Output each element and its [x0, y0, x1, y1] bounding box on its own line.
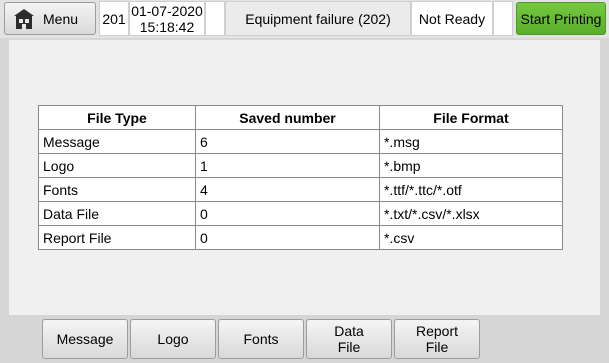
tab-label: File — [337, 339, 361, 355]
tab-message[interactable]: Message — [42, 319, 128, 359]
table-row[interactable]: Data File 0 *.txt/*.csv/*.xlsx — [38, 201, 563, 226]
file-type-cell: Data File — [38, 201, 196, 226]
menu-button[interactable]: Menu — [4, 2, 96, 35]
main-panel: File Type Saved number File Format Messa… — [9, 40, 600, 315]
printer-id: 201 — [99, 1, 129, 36]
column-header: Saved number — [195, 105, 380, 130]
saved-number-cell: 4 — [195, 177, 380, 202]
file-type-cell: Logo — [38, 153, 196, 178]
status-message: Equipment failure (202) — [225, 1, 411, 36]
column-header: File Type — [38, 105, 196, 130]
saved-number-cell: 0 — [195, 225, 380, 250]
tab-label: Message — [56, 331, 114, 347]
tab-label: Fonts — [243, 331, 279, 347]
date-text: 01-07-2020 — [131, 2, 203, 19]
tab-fonts[interactable]: Fonts — [218, 319, 304, 359]
table-header-row: File Type Saved number File Format — [38, 105, 563, 130]
tab-label: Report — [415, 323, 459, 339]
file-format-cell: *.ttf/*.ttc/*.otf — [379, 177, 563, 202]
datetime: 01-07-2020 15:18:42 — [129, 1, 205, 36]
menu-label: Menu — [43, 10, 79, 27]
table-row[interactable]: Message 6 *.msg — [38, 129, 563, 154]
tab-label: File — [425, 339, 449, 355]
file-format-cell: *.csv — [379, 225, 563, 250]
file-type-cell: Report File — [38, 225, 196, 250]
file-format-cell: *.bmp — [379, 153, 563, 178]
saved-number-cell: 6 — [195, 129, 380, 154]
saved-number-cell: 0 — [195, 201, 380, 226]
table-row[interactable]: Report File 0 *.csv — [38, 225, 563, 250]
spacer-cell — [493, 1, 513, 36]
table-row[interactable]: Fonts 4 *.ttf/*.ttc/*.otf — [38, 177, 563, 202]
spacer-cell — [205, 1, 225, 36]
column-header: File Format — [379, 105, 563, 130]
time-text: 15:18:42 — [139, 18, 195, 35]
file-format-cell: *.txt/*.csv/*.xlsx — [379, 201, 563, 226]
home-icon — [14, 8, 34, 29]
table-row[interactable]: Logo 1 *.bmp — [38, 153, 563, 178]
start-printing-button[interactable]: Start Printing — [516, 2, 606, 35]
tab-report-file[interactable]: Report File — [394, 319, 480, 359]
printer-state: Not Ready — [411, 1, 493, 36]
tab-label: Logo — [157, 331, 189, 347]
file-format-cell: *.msg — [379, 129, 563, 154]
file-type-cell: Fonts — [38, 177, 196, 202]
saved-number-cell: 1 — [195, 153, 380, 178]
file-type-cell: Message — [38, 129, 196, 154]
tab-label: Data — [334, 323, 364, 339]
file-table: File Type Saved number File Format Messa… — [38, 105, 563, 250]
tab-logo[interactable]: Logo — [130, 319, 216, 359]
tab-data-file[interactable]: Data File — [306, 319, 392, 359]
